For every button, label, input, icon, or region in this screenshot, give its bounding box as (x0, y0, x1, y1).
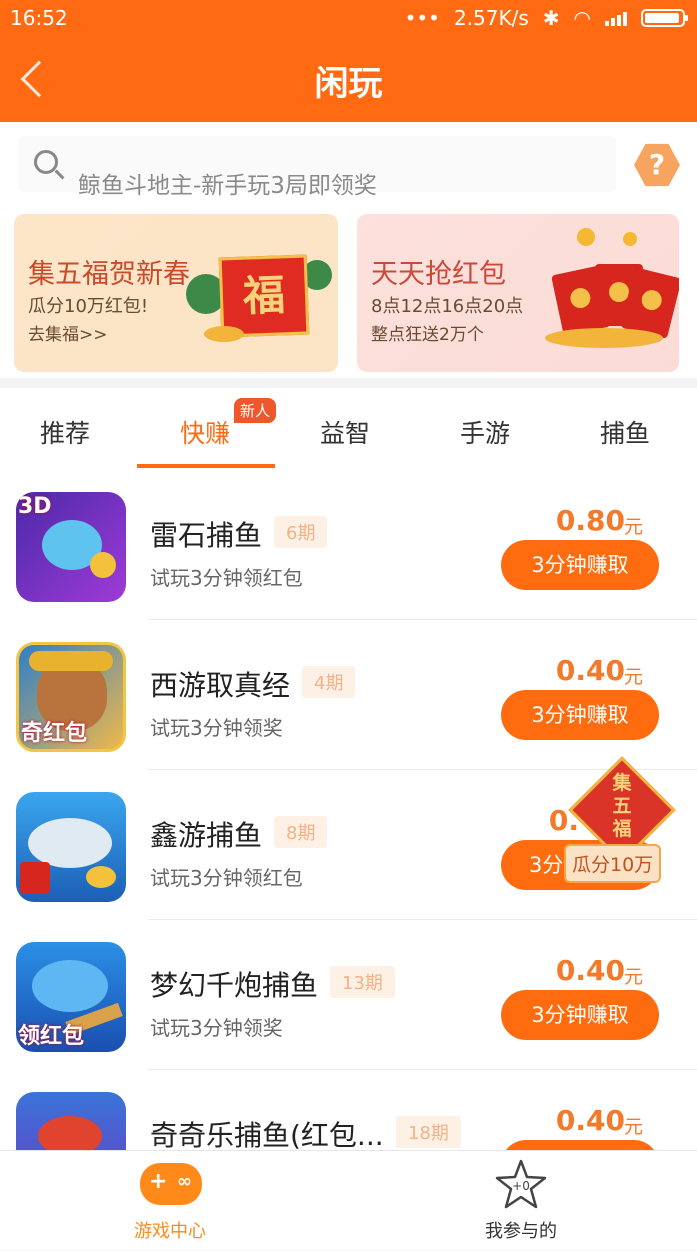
banner-area: 集五福贺新春 瓜分10万红包! 去集福>> 福 天天抢红包 8点12点16点20… (0, 208, 697, 378)
active-tab-indicator (137, 464, 275, 468)
promo-label: 瓜分10万 (564, 844, 662, 883)
period-badge: 18期 (396, 1116, 461, 1148)
list-item[interactable]: 奇奇乐捕鱼(红包... 18期 0.40 元 (0, 1070, 697, 1150)
search-input[interactable]: 鲸鱼斗地主-新手玩3局即领奖 (18, 136, 616, 199)
gold-ingot-icon (204, 326, 244, 342)
list-item[interactable]: 奇红包 西游取真经 4期 试玩3分钟领奖 0.40 元 3分钟赚取 (0, 620, 697, 770)
game-name: 雷石捕鱼 (150, 519, 263, 552)
game-desc: 试玩3分钟领红包 (150, 866, 303, 890)
earn-button[interactable]: 3分钟赚取 (501, 690, 659, 740)
star-icon: +0 (495, 1159, 547, 1209)
game-fish-icon: 3D (16, 492, 126, 602)
game-desc: 试玩3分钟领奖 (150, 1016, 283, 1040)
category-tabs: 推荐 快赚 新人 益智 手游 捕鱼 (0, 378, 697, 470)
nav-label: 游戏中心 (134, 1221, 206, 1242)
game-shark-icon (16, 792, 126, 902)
banner-subtitle: 8点12点16点20点 (371, 296, 524, 317)
icon-tag: 奇红包 (21, 721, 88, 746)
svg-text:+0: +0 (512, 1179, 530, 1193)
bluetooth-icon: ✱ (542, 6, 560, 30)
earn-button[interactable]: 3分钟赚取 (501, 540, 659, 590)
new-user-badge: 新人 (234, 398, 277, 423)
game-name: 奇奇乐捕鱼(红包... (150, 1119, 384, 1150)
coin-icon (623, 232, 637, 246)
reward-price: 0.80 (555, 504, 625, 537)
game-desc: 试玩3分钟领奖 (150, 716, 283, 740)
game-name: 鑫游捕鱼 (150, 819, 263, 852)
reward-unit: 元 (623, 1116, 643, 1138)
period-badge: 6期 (274, 516, 328, 548)
reward-price: 0.40 (555, 954, 625, 987)
reward-unit: 元 (623, 666, 643, 688)
earn-button[interactable] (501, 1140, 659, 1150)
search-icon (34, 150, 58, 174)
icon-tag: 领红包 (18, 1024, 85, 1049)
promo-diamond-text: 集五福 (612, 772, 632, 840)
list-item[interactable]: 3D 雷石捕鱼 6期 试玩3分钟领红包 0.80 元 3分钟赚取 (0, 470, 697, 620)
game-name: 梦幻千炮捕鱼 (150, 969, 319, 1002)
net-speed: 2.57K/s (453, 6, 529, 30)
tab-mobile-games[interactable]: 手游 (460, 414, 510, 450)
game-monkey-icon: 奇红包 (16, 642, 126, 752)
gold-coins-icon (545, 328, 663, 348)
banner-subtitle: 瓜分10万红包! (28, 296, 149, 317)
game-name: 西游取真经 (150, 669, 291, 702)
reward-unit: 元 (623, 516, 643, 538)
search-placeholder: 鲸鱼斗地主-新手玩3局即领奖 (78, 173, 377, 199)
fu-card-icon: 福 (218, 254, 310, 338)
game-fish-cannon-icon: 领红包 (16, 942, 126, 1052)
nav-game-center[interactable]: + ∞ 游戏中心 (70, 1151, 270, 1251)
reward-price: 0.40 (555, 654, 625, 687)
nav-label: 我参与的 (485, 1221, 557, 1242)
tab-fishing[interactable]: 捕鱼 (600, 414, 650, 450)
nav-my-participation[interactable]: +0 我参与的 (421, 1151, 621, 1251)
game-crab-icon (16, 1092, 126, 1150)
coin-icon (577, 228, 595, 246)
earn-button[interactable]: 3分钟赚取 (501, 990, 659, 1040)
tab-recommend[interactable]: 推荐 (40, 414, 90, 450)
search-area: 鲸鱼斗地主-新手玩3局即领奖 ? (0, 122, 697, 208)
battery-icon (641, 9, 688, 27)
period-badge: 8期 (274, 816, 328, 848)
page-title: 闲玩 (314, 64, 383, 104)
nav-bar: 闲玩 (0, 36, 697, 122)
banner-link[interactable]: 去集福>> (28, 320, 108, 345)
status-time: 16:52 (10, 6, 68, 30)
tab-puzzle[interactable]: 益智 (320, 414, 370, 450)
reward-price: 0.40 (555, 1104, 625, 1137)
status-icons: ••• 2.57K/s ✱ ◠ (404, 6, 688, 30)
floating-promo[interactable]: 集五福 瓜分10万 (562, 756, 680, 883)
bottom-nav: + ∞ 游戏中心 +0 我参与的 (0, 1150, 697, 1250)
help-icon[interactable]: ? (634, 143, 680, 187)
gamepad-icon: + ∞ (140, 1163, 202, 1205)
period-badge: 4期 (302, 666, 356, 698)
banner-title: 天天抢红包 (371, 259, 506, 290)
game-desc: 试玩3分钟领红包 (150, 566, 303, 590)
status-bar: 16:52 ••• 2.57K/s ✱ ◠ (0, 0, 697, 36)
icon-tag: 3D (18, 494, 52, 519)
banner-red-packet[interactable]: 天天抢红包 8点12点16点20点 整点狂送2万个 (357, 214, 679, 372)
list-item[interactable]: 领红包 梦幻千炮捕鱼 13期 试玩3分钟领奖 0.40 元 3分钟赚取 (0, 920, 697, 1070)
tab-quick-earn[interactable]: 快赚 (180, 414, 230, 450)
signal-icon (605, 10, 627, 26)
reward-unit: 元 (623, 966, 643, 988)
banner-title: 集五福贺新春 (28, 259, 190, 290)
wifi-icon: ◠ (573, 6, 591, 30)
banner-link: 整点狂送2万个 (371, 325, 484, 345)
period-badge: 13期 (330, 966, 395, 998)
status-dots: ••• (404, 6, 440, 30)
banner-collect-fu[interactable]: 集五福贺新春 瓜分10万红包! 去集福>> 福 (14, 214, 338, 372)
